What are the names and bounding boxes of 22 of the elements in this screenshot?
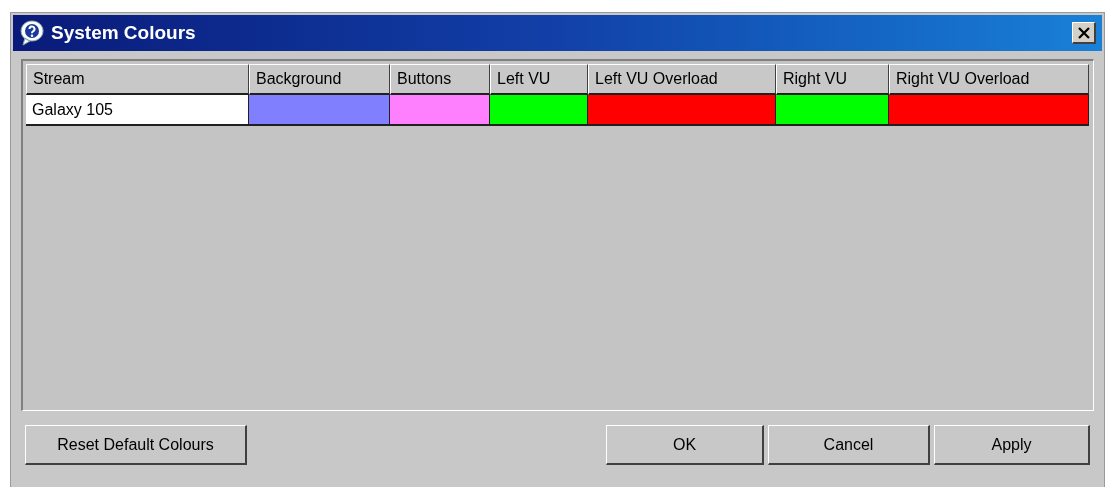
column-header[interactable]: Left VU <box>490 64 588 95</box>
dialog-button[interactable]: Apply <box>934 425 1090 465</box>
colour-swatch[interactable] <box>776 95 889 126</box>
close-icon <box>1077 26 1090 39</box>
colour-swatch[interactable] <box>390 95 490 126</box>
column-header[interactable]: Background <box>249 64 390 95</box>
column-header[interactable]: Right VU Overload <box>889 64 1089 95</box>
colour-swatch[interactable] <box>249 95 390 126</box>
colour-swatch[interactable] <box>588 95 776 126</box>
colour-swatch[interactable] <box>889 95 1089 126</box>
column-header[interactable]: Right VU <box>776 64 889 95</box>
column-header[interactable]: Stream <box>26 64 249 95</box>
help-icon <box>19 19 45 47</box>
column-header[interactable]: Buttons <box>390 64 490 95</box>
dialog-button[interactable]: OK <box>606 425 764 465</box>
dialog-button[interactable]: Cancel <box>768 425 930 465</box>
colour-swatch[interactable] <box>490 95 588 126</box>
column-header[interactable]: Left VU Overload <box>588 64 776 95</box>
reset-button[interactable]: Reset Default Colours <box>25 425 247 465</box>
table-cell: Galaxy 105 <box>26 95 249 126</box>
window-title: System Colours <box>51 20 196 45</box>
close-button[interactable] <box>1072 22 1096 44</box>
